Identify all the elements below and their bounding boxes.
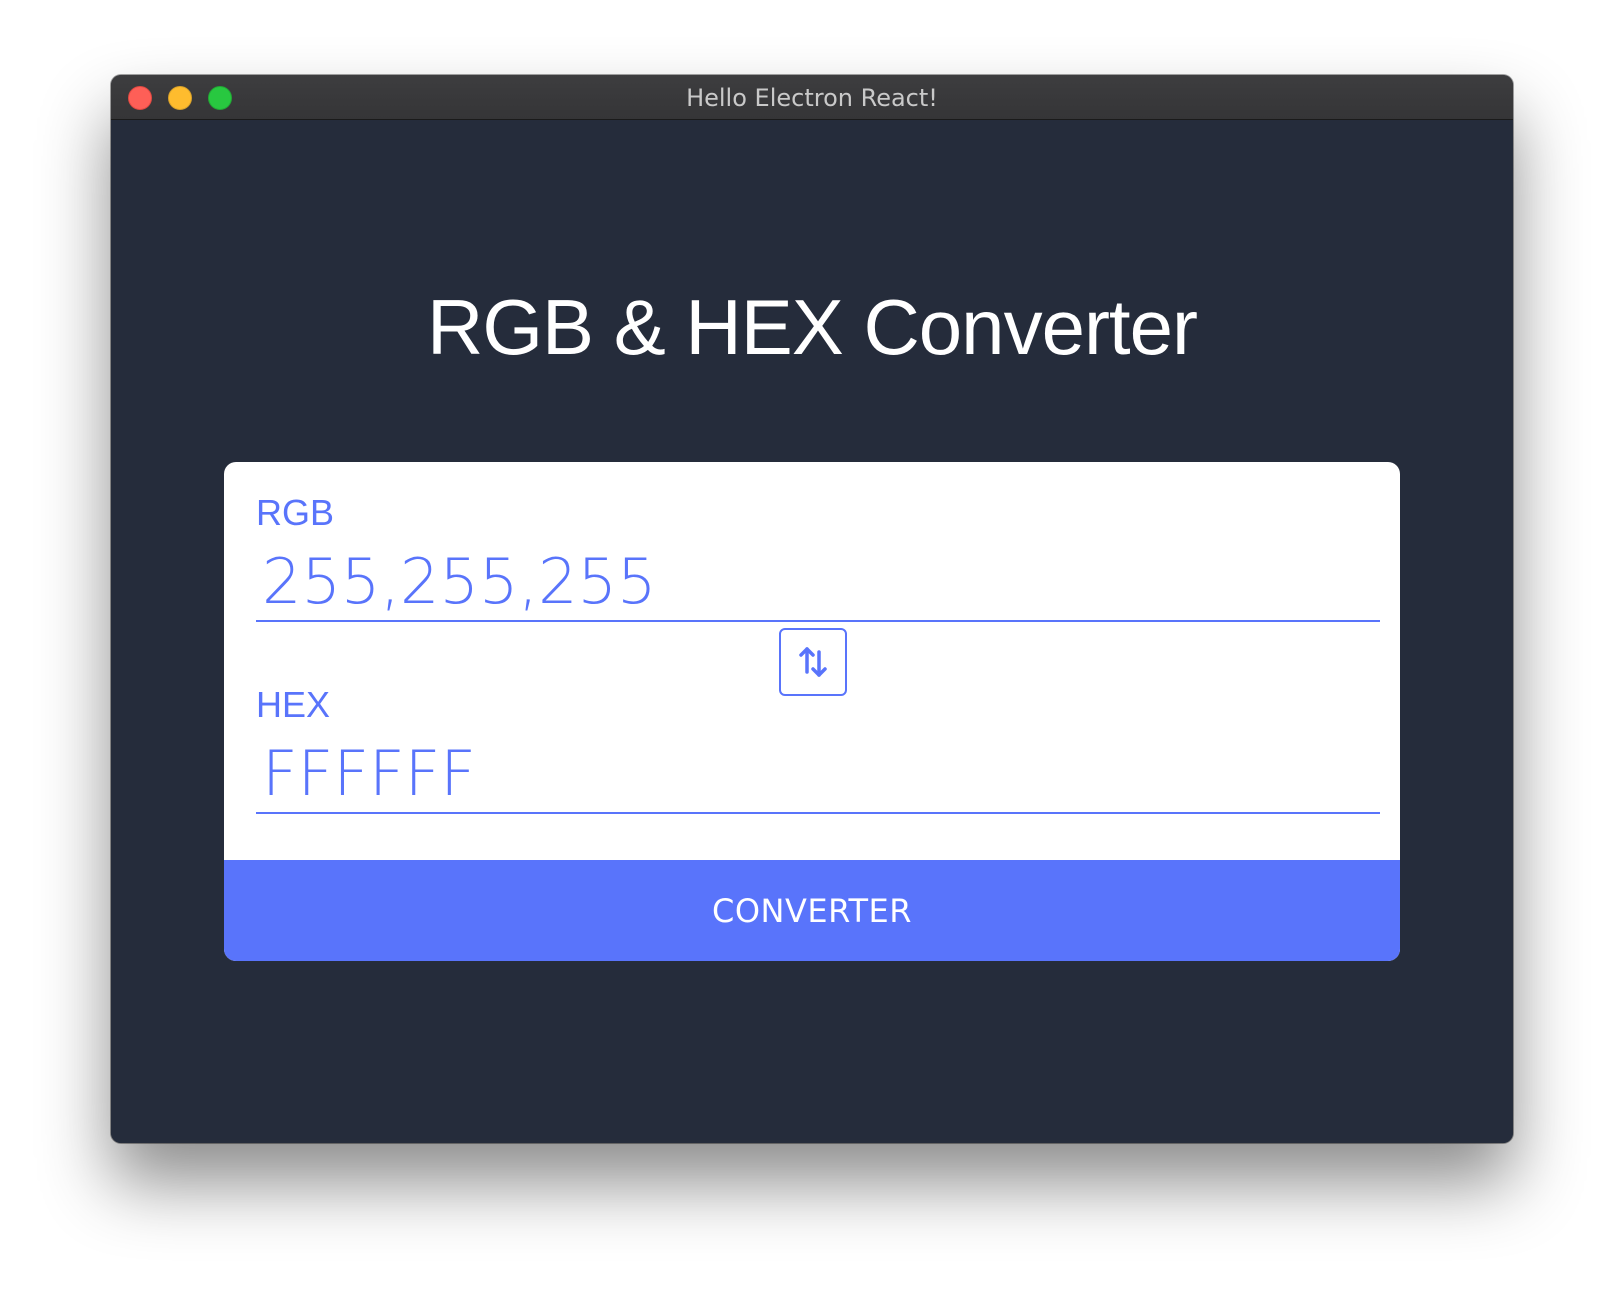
converter-card: RGB HEX CONVERTER	[224, 462, 1400, 961]
hex-input[interactable]	[256, 734, 1380, 814]
rgb-label: RGB	[256, 492, 335, 533]
swap-button[interactable]	[779, 628, 847, 696]
title-bar[interactable]: Hello Electron React!	[111, 75, 1513, 120]
page-title: RGB & HEX Converter	[427, 283, 1198, 371]
rgb-input[interactable]	[256, 542, 1380, 622]
app-window: Hello Electron React! RGB & HEX Converte…	[111, 75, 1513, 1143]
window-title: Hello Electron React!	[686, 84, 938, 112]
converter-button[interactable]: CONVERTER	[224, 860, 1400, 961]
swap-vertical-arrows-icon	[799, 647, 827, 677]
hex-label: HEX	[256, 684, 331, 725]
app-content: RGB & HEX Converter RGB HEX CONVERTER	[111, 120, 1513, 1143]
